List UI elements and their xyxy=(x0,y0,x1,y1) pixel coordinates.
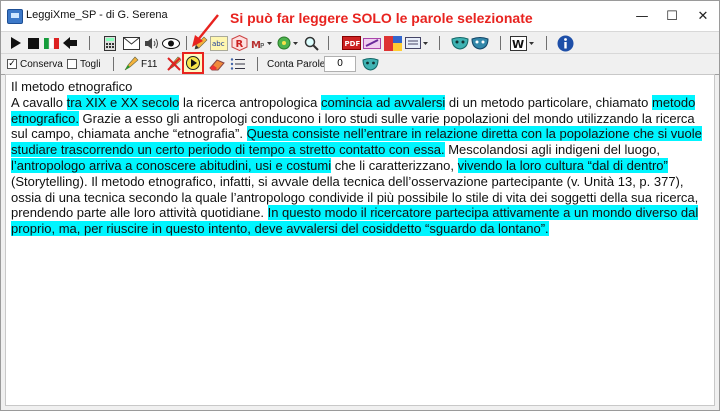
separator xyxy=(89,36,90,50)
keep-checkbox-box[interactable]: ✓ xyxy=(7,59,17,69)
separator xyxy=(328,36,329,50)
word-count-field[interactable]: 0 xyxy=(324,56,356,72)
minimize-button[interactable]: — xyxy=(627,1,657,31)
back-arrow-icon[interactable] xyxy=(62,35,78,51)
mask-icon[interactable] xyxy=(451,35,469,51)
green-dropdown-icon[interactable] xyxy=(277,35,299,51)
read-selection-icon xyxy=(186,56,200,70)
main-toolbar: abc R MP PDF W xyxy=(1,31,719,54)
title-bar: LeggiXme_SP - di G. Serena Si può far le… xyxy=(1,1,719,31)
play-icon[interactable] xyxy=(9,35,23,51)
mask-count-icon[interactable] xyxy=(361,56,379,72)
maximize-button[interactable]: ☐ xyxy=(657,1,687,31)
flag-italy-icon[interactable] xyxy=(43,35,59,51)
brush-icon xyxy=(124,56,139,71)
highlighter-icon[interactable] xyxy=(363,35,381,51)
pencil-icon[interactable] xyxy=(192,35,208,51)
annotation-text: Si può far leggere SOLO le parole selezi… xyxy=(230,10,533,26)
read-selection-button[interactable] xyxy=(182,52,204,74)
svg-text:P: P xyxy=(260,42,264,50)
magnifier-icon[interactable] xyxy=(303,35,319,51)
svg-text:abc: abc xyxy=(212,40,225,48)
selected-text: vivendo la loro cultura “dal di dentro” xyxy=(457,157,668,173)
f11-button[interactable]: F11 xyxy=(123,56,163,72)
eraser-icon[interactable] xyxy=(208,56,226,72)
pdf-icon[interactable]: PDF xyxy=(341,35,361,51)
plain-text: A cavallo xyxy=(11,94,67,110)
document-heading: Il metodo etnografico xyxy=(11,79,133,94)
remove-label: Togli xyxy=(80,58,101,70)
separator xyxy=(257,57,258,71)
spellcheck-abc-icon[interactable]: abc xyxy=(210,35,228,51)
svg-text:R: R xyxy=(235,39,243,50)
app-icon xyxy=(7,9,23,24)
plain-text: Mescolandosi agli indigeni del luogo, xyxy=(444,142,660,158)
mask-alt-icon[interactable] xyxy=(471,35,489,51)
no-brush-icon[interactable] xyxy=(166,56,182,72)
stop-icon[interactable] xyxy=(26,35,40,51)
speaker-icon[interactable] xyxy=(143,35,159,51)
document-body: A cavallo tra XIX e XX secolo la ricerca… xyxy=(11,94,709,237)
calculator-icon[interactable] xyxy=(102,35,118,51)
selected-text: l’antropologo arriva a conoscere abitudi… xyxy=(11,157,332,173)
remove-checkbox[interactable]: Togli xyxy=(67,56,113,72)
mp-dropdown-icon[interactable]: MP xyxy=(251,35,273,51)
keep-checkbox[interactable]: ✓ Conserva xyxy=(7,56,71,72)
word-icon[interactable]: W xyxy=(510,35,536,51)
separator xyxy=(500,36,501,50)
image-icon[interactable] xyxy=(384,35,402,51)
selected-text: tra XIX e XX secolo xyxy=(66,94,180,110)
info-icon[interactable] xyxy=(556,35,574,51)
count-words-label: Conta Parole xyxy=(267,56,326,72)
selected-text: comincia ad avvalersi xyxy=(321,94,446,110)
app-window: LeggiXme_SP - di G. Serena Si può far le… xyxy=(0,0,720,411)
separator xyxy=(113,57,114,71)
separator xyxy=(439,36,440,50)
remove-checkbox-box[interactable] xyxy=(67,59,77,69)
count-label: Conta Parole xyxy=(267,58,326,70)
separator xyxy=(546,36,547,50)
separator xyxy=(186,36,187,50)
envelope-icon[interactable] xyxy=(122,35,140,51)
plain-text: di un metodo particolare, chiamato xyxy=(445,94,652,110)
plain-text: che li caratterizzano, xyxy=(331,157,458,173)
window-title: LeggiXme_SP - di G. Serena xyxy=(26,9,168,21)
f11-label: F11 xyxy=(141,58,158,70)
list-icon[interactable] xyxy=(229,56,245,72)
document-area[interactable]: Il metodo etnografico A cavallo tra XIX … xyxy=(5,74,715,406)
svg-text:W: W xyxy=(512,38,524,51)
eye-icon[interactable] xyxy=(162,35,180,51)
reading-toolbar: ✓ Conserva Togli F11 Conta Parole 0 xyxy=(1,53,719,75)
keep-label: Conserva xyxy=(20,58,63,70)
plain-text: la ricerca antropologica xyxy=(179,94,322,110)
tray-icon[interactable] xyxy=(405,35,429,51)
close-button[interactable]: ✕ xyxy=(687,1,719,31)
svg-text:PDF: PDF xyxy=(344,40,360,48)
r-button-icon[interactable]: R xyxy=(230,35,248,51)
